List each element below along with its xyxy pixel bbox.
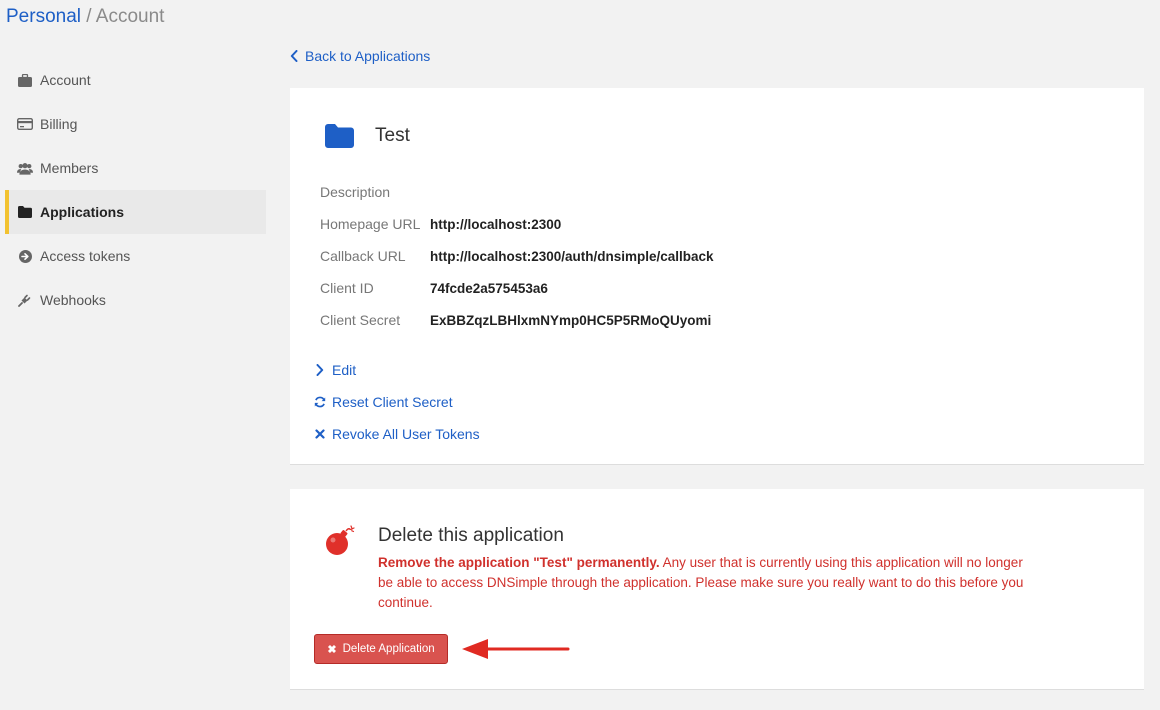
application-details-card: Test Description Homepage URL http://loc… xyxy=(290,88,1144,465)
action-label: Reset Client Secret xyxy=(332,394,453,410)
property-label: Callback URL xyxy=(320,248,406,264)
briefcase-icon xyxy=(17,72,33,88)
edit-link[interactable]: Edit xyxy=(314,354,480,386)
property-label: Client Secret xyxy=(320,312,401,328)
property-row-callback-url: Callback URL http://localhost:2300/auth/… xyxy=(320,240,714,272)
sidebar-item-label: Webhooks xyxy=(40,292,106,308)
arrow-left-icon xyxy=(462,639,570,659)
users-icon xyxy=(17,160,33,176)
folder-icon xyxy=(17,204,33,220)
delete-section-title: Delete this application xyxy=(378,525,564,546)
property-row-client-id: Client ID 74fcde2a575453a6 xyxy=(320,272,714,304)
delete-button-label: Delete Application xyxy=(342,643,435,655)
folder-icon xyxy=(325,124,354,148)
sidebar-item-account[interactable]: Account xyxy=(5,58,266,102)
sidebar-item-applications[interactable]: Applications xyxy=(5,190,266,234)
application-properties: Description Homepage URL http://localhos… xyxy=(320,176,714,336)
action-label: Revoke All User Tokens xyxy=(332,426,480,442)
chevron-left-icon xyxy=(290,50,298,62)
reset-client-secret-link[interactable]: Reset Client Secret xyxy=(314,386,480,418)
sidebar: Account Billing Members Applications Acc… xyxy=(5,58,266,322)
breadcrumb: Personal / Account xyxy=(6,5,164,29)
property-label: Client ID xyxy=(320,280,374,296)
sidebar-item-access-tokens[interactable]: Access tokens xyxy=(5,234,266,278)
property-value: ExBBZqzLBHlxmNYmp0HC5P5RMoQUyomi xyxy=(430,312,712,328)
application-actions: Edit Reset Client Secret Revoke All User… xyxy=(314,354,480,450)
delete-warning-emphasis: Remove the application "Test" permanentl… xyxy=(378,555,660,570)
property-label: Homepage URL xyxy=(320,216,421,232)
breadcrumb-current: Account xyxy=(95,6,165,27)
revoke-all-user-tokens-link[interactable]: Revoke All User Tokens xyxy=(314,418,480,450)
refresh-icon xyxy=(314,396,326,408)
property-value: http://localhost:2300/auth/dnsimple/call… xyxy=(430,248,714,264)
property-row-homepage-url: Homepage URL http://localhost:2300 xyxy=(320,208,714,240)
sidebar-item-label: Billing xyxy=(40,116,78,132)
property-value: http://localhost:2300 xyxy=(430,216,562,232)
sidebar-item-members[interactable]: Members xyxy=(5,146,266,190)
sidebar-item-label: Applications xyxy=(40,204,125,220)
close-icon xyxy=(314,428,326,440)
chevron-right-icon xyxy=(314,364,326,376)
delete-application-card: Delete this application Remove the appli… xyxy=(290,489,1144,690)
property-row-client-secret: Client Secret ExBBZqzLBHlxmNYmp0HC5P5RMo… xyxy=(320,304,714,336)
delete-application-button[interactable]: ✖ Delete Application xyxy=(314,634,448,664)
delete-warning-text: Remove the application "Test" permanentl… xyxy=(378,553,1038,613)
back-to-applications-link[interactable]: Back to Applications xyxy=(290,46,430,66)
breadcrumb-personal-link[interactable]: Personal xyxy=(6,6,81,27)
arrow-circle-icon xyxy=(17,248,33,264)
property-label: Description xyxy=(320,184,391,200)
bomb-icon xyxy=(326,525,355,555)
back-link-label: Back to Applications xyxy=(305,48,431,64)
plug-icon xyxy=(17,292,33,308)
action-label: Edit xyxy=(332,362,357,378)
application-header: Test xyxy=(325,124,410,148)
sidebar-item-webhooks[interactable]: Webhooks xyxy=(5,278,266,322)
sidebar-item-billing[interactable]: Billing xyxy=(5,102,266,146)
breadcrumb-separator: / xyxy=(86,6,92,27)
close-icon: ✖ xyxy=(327,643,337,656)
property-value: 74fcde2a575453a6 xyxy=(430,280,548,296)
property-row-description: Description xyxy=(320,176,714,208)
credit-card-icon xyxy=(17,116,33,132)
sidebar-item-label: Members xyxy=(40,160,99,176)
application-name: Test xyxy=(375,125,410,146)
sidebar-item-label: Account xyxy=(40,72,91,88)
sidebar-item-label: Access tokens xyxy=(40,248,131,264)
